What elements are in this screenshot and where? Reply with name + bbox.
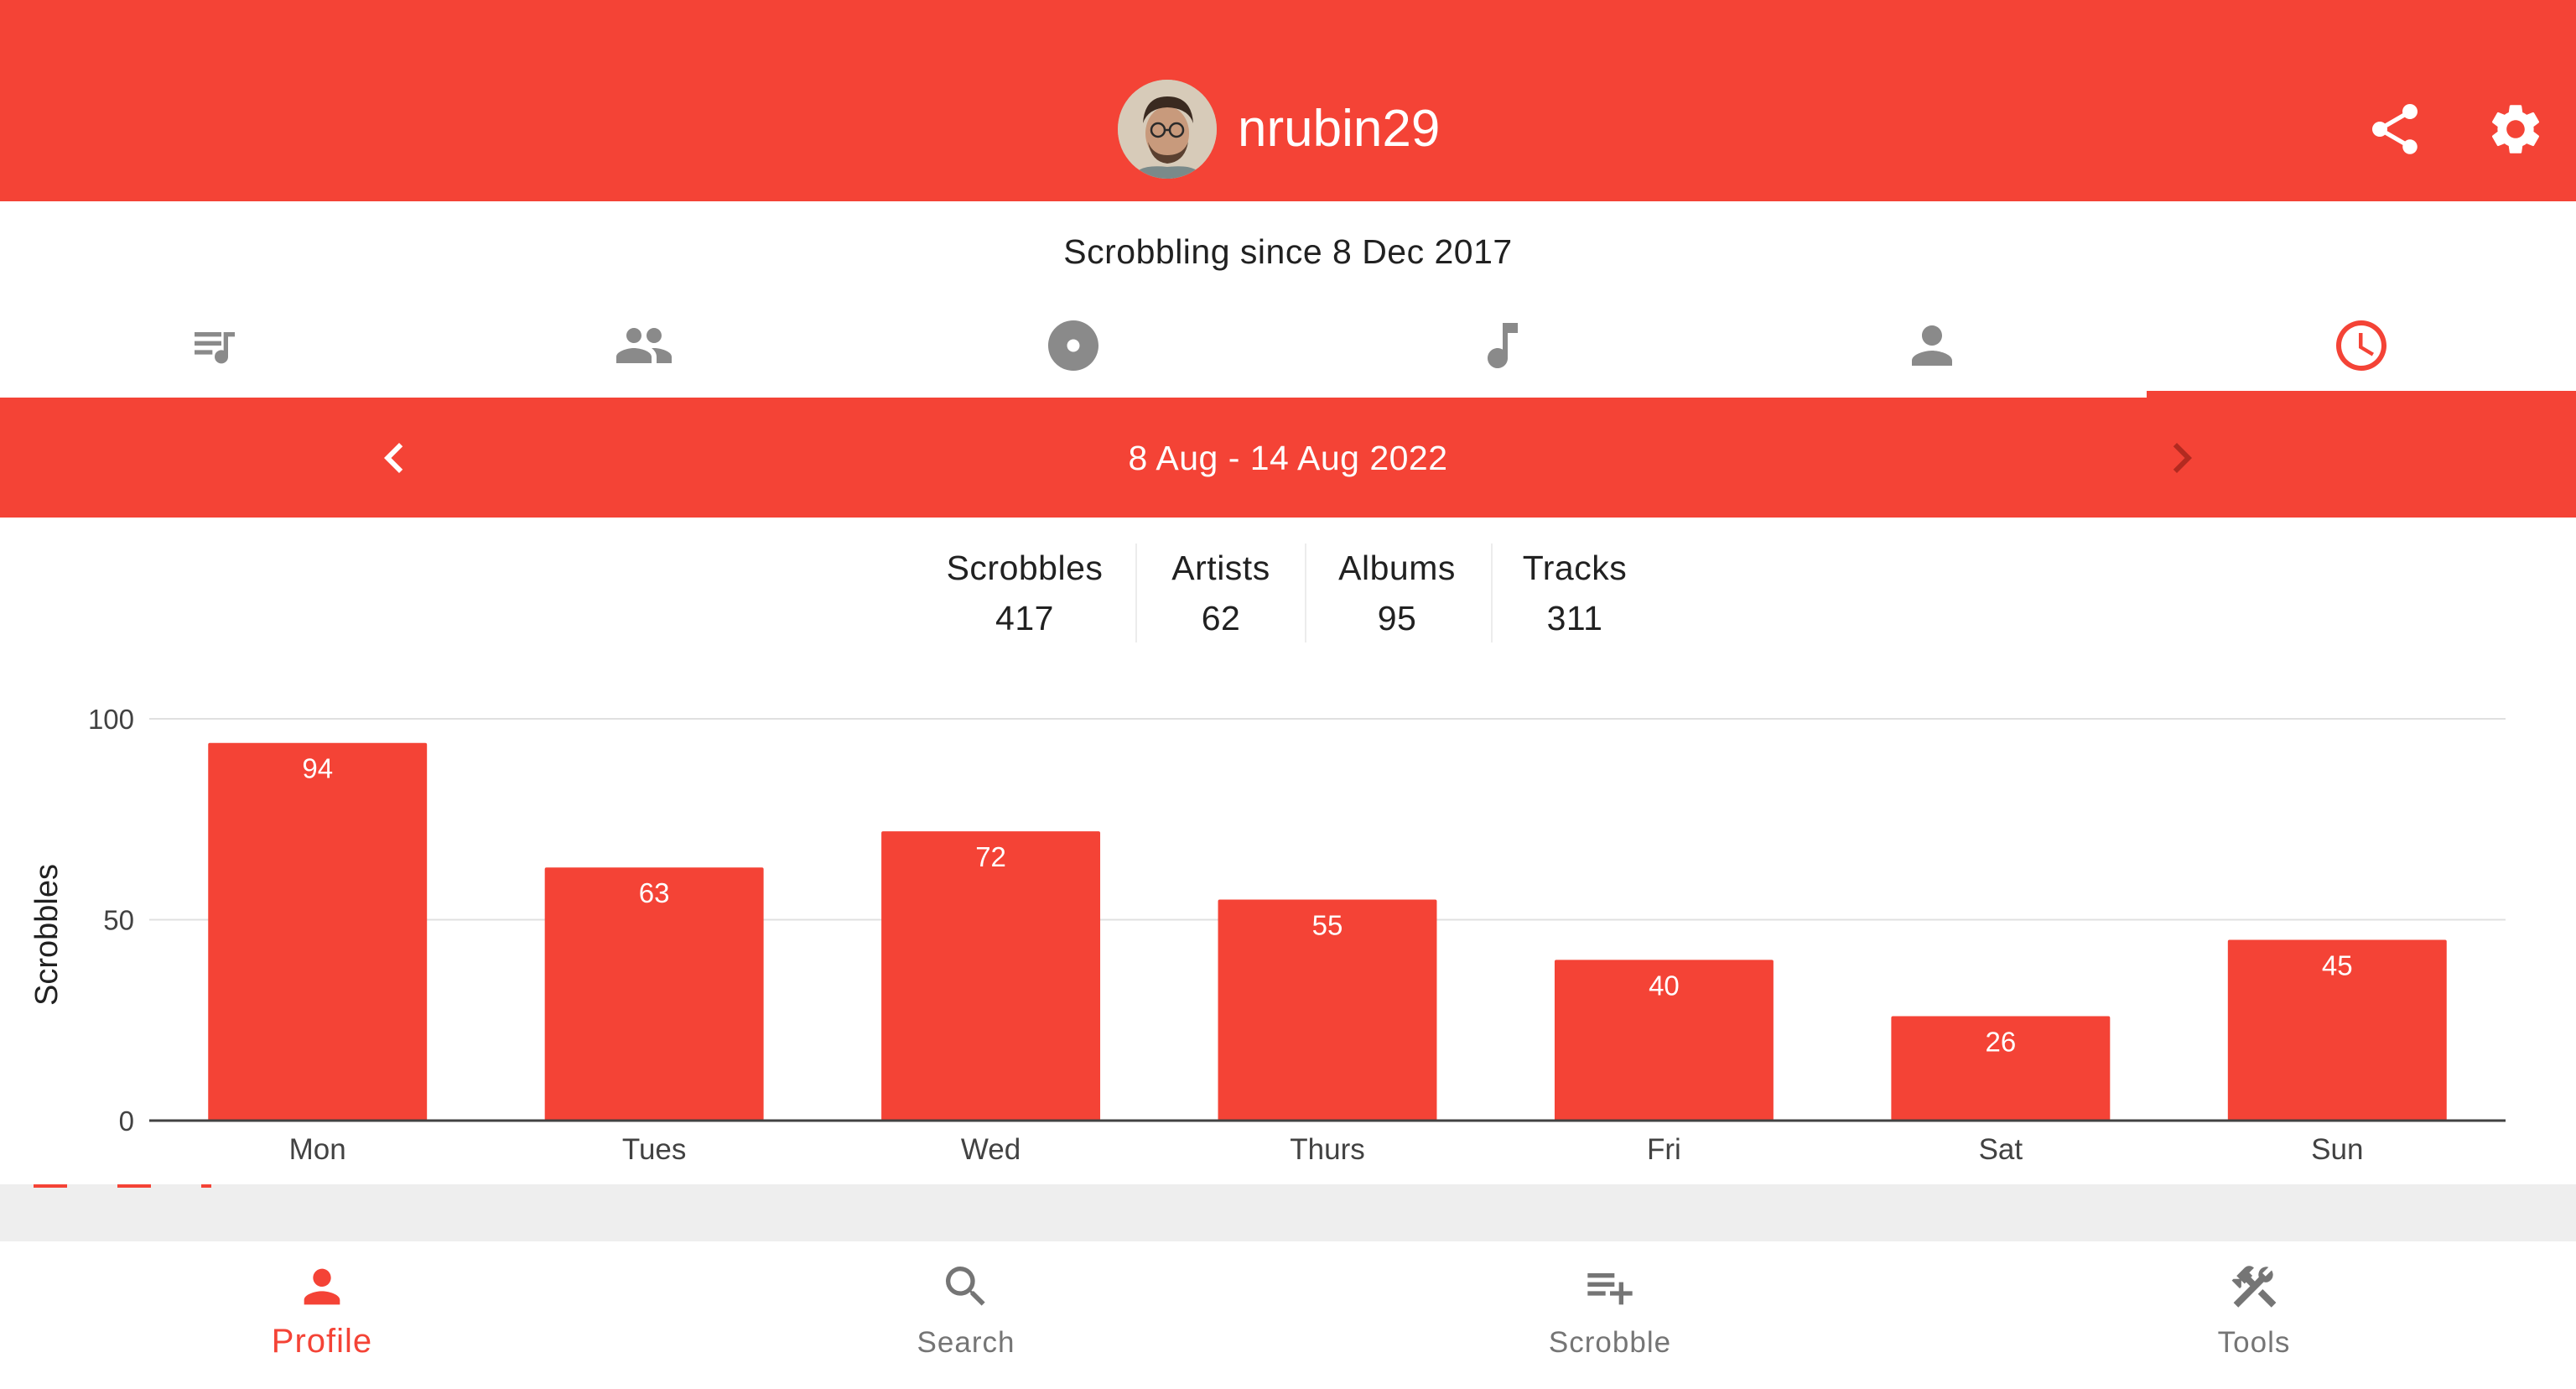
stat-value: 95 — [1377, 599, 1417, 637]
bottom-navigation: Profile Search Scrobble Tools — [0, 1241, 2576, 1389]
tab-friends[interactable] — [429, 294, 859, 398]
bar-value-label: 72 — [975, 841, 1006, 872]
username: nrubin29 — [1238, 100, 1441, 158]
x-tick-label: Sun — [2311, 1133, 2363, 1166]
y-tick-label: 100 — [88, 704, 134, 735]
nav-label: Profile — [271, 1323, 373, 1360]
stat-albums: Albums 95 — [1323, 544, 1471, 642]
stat-value: 62 — [1201, 599, 1241, 637]
nav-search[interactable]: Search — [644, 1241, 1288, 1389]
x-tick-label: Mon — [289, 1133, 346, 1166]
people-icon — [616, 328, 672, 363]
album-icon — [1048, 320, 1098, 371]
x-tick-label: Sat — [1979, 1133, 2023, 1166]
nav-label: Search — [917, 1326, 1015, 1359]
stat-value: 417 — [995, 599, 1054, 637]
tab-tracks[interactable] — [1288, 294, 1717, 398]
nav-tools[interactable]: Tools — [1932, 1241, 2576, 1389]
stat-artists: Artists 62 — [1154, 544, 1288, 642]
tab-history[interactable] — [2147, 294, 2576, 398]
stat-label: Albums — [1338, 549, 1456, 587]
stat-label: Tracks — [1522, 549, 1628, 587]
x-tick-label: Tues — [622, 1133, 687, 1166]
bar-value-label: 40 — [1649, 970, 1680, 1001]
person-icon — [1912, 325, 1952, 366]
share-icon — [2372, 104, 2418, 154]
active-tab-indicator — [2147, 391, 2576, 398]
stat-label: Artists — [1171, 549, 1270, 587]
share-button[interactable] — [2365, 99, 2425, 159]
y-axis-label: Scrobbles — [29, 864, 65, 1006]
clock-icon — [2336, 320, 2386, 371]
y-tick-label: 50 — [103, 905, 134, 936]
settings-button[interactable] — [2485, 99, 2546, 159]
tab-albums[interactable] — [859, 294, 1288, 398]
tools-icon — [2231, 1266, 2277, 1308]
chevron-right-icon — [2173, 443, 2192, 473]
scrobbling-since-text: Scrobbling since 8 Dec 2017 — [1063, 232, 1513, 271]
stat-divider — [1491, 544, 1493, 642]
music-note-icon — [1488, 323, 1518, 368]
tab-artists[interactable] — [1717, 294, 2147, 398]
stat-value: 311 — [1546, 599, 1603, 637]
x-tick-label: Thurs — [1290, 1133, 1364, 1166]
stat-scrobbles: Scrobbles 417 — [932, 544, 1117, 642]
nav-profile[interactable]: Profile — [0, 1241, 644, 1389]
daily-scrobbles-chart: 0 50 100 Scrobbles 94 Mon 63 Tues 72 Wed 55 Thurs 40… — [0, 688, 2576, 1191]
avatar[interactable] — [1118, 80, 1217, 179]
date-range-bar: 8 Aug - 14 Aug 2022 — [0, 398, 2576, 518]
person-icon — [304, 1268, 340, 1305]
y-tick-label: 0 — [119, 1105, 134, 1137]
stat-tracks: Tracks 311 — [1509, 544, 1640, 642]
app-bar: nrubin29 — [0, 0, 2576, 201]
bar-value-label: 45 — [2322, 949, 2353, 981]
bar-value-label: 94 — [302, 753, 333, 784]
nav-scrobble[interactable]: Scrobble — [1288, 1241, 1932, 1389]
bar-mon — [208, 742, 428, 1121]
partial-section-header — [34, 1184, 211, 1188]
x-tick-label: Wed — [961, 1133, 1021, 1166]
chart-svg: 0 50 100 Scrobbles 94 Mon 63 Tues 72 Wed 55 Thurs 40… — [29, 704, 2506, 1166]
nav-label: Tools — [2217, 1326, 2291, 1359]
playlist-icon — [195, 332, 235, 364]
next-period-button[interactable] — [2152, 428, 2212, 488]
gear-icon — [2491, 105, 2540, 153]
profile-tabs — [0, 294, 2576, 398]
stat-label: Scrobbles — [946, 549, 1104, 587]
x-tick-label: Fri — [1647, 1133, 1681, 1166]
playlist-add-icon — [1587, 1273, 1633, 1305]
tab-top-tracks-list[interactable] — [0, 294, 429, 398]
bar-value-label: 63 — [639, 877, 670, 908]
stat-divider — [1135, 544, 1137, 642]
stat-divider — [1305, 544, 1306, 642]
search-icon — [946, 1267, 985, 1306]
section-divider — [0, 1184, 2576, 1241]
bar-wed — [881, 831, 1101, 1121]
nav-label: Scrobble — [1548, 1326, 1672, 1359]
bar-value-label: 26 — [1985, 1026, 2016, 1057]
bar-value-label: 55 — [1312, 910, 1343, 941]
